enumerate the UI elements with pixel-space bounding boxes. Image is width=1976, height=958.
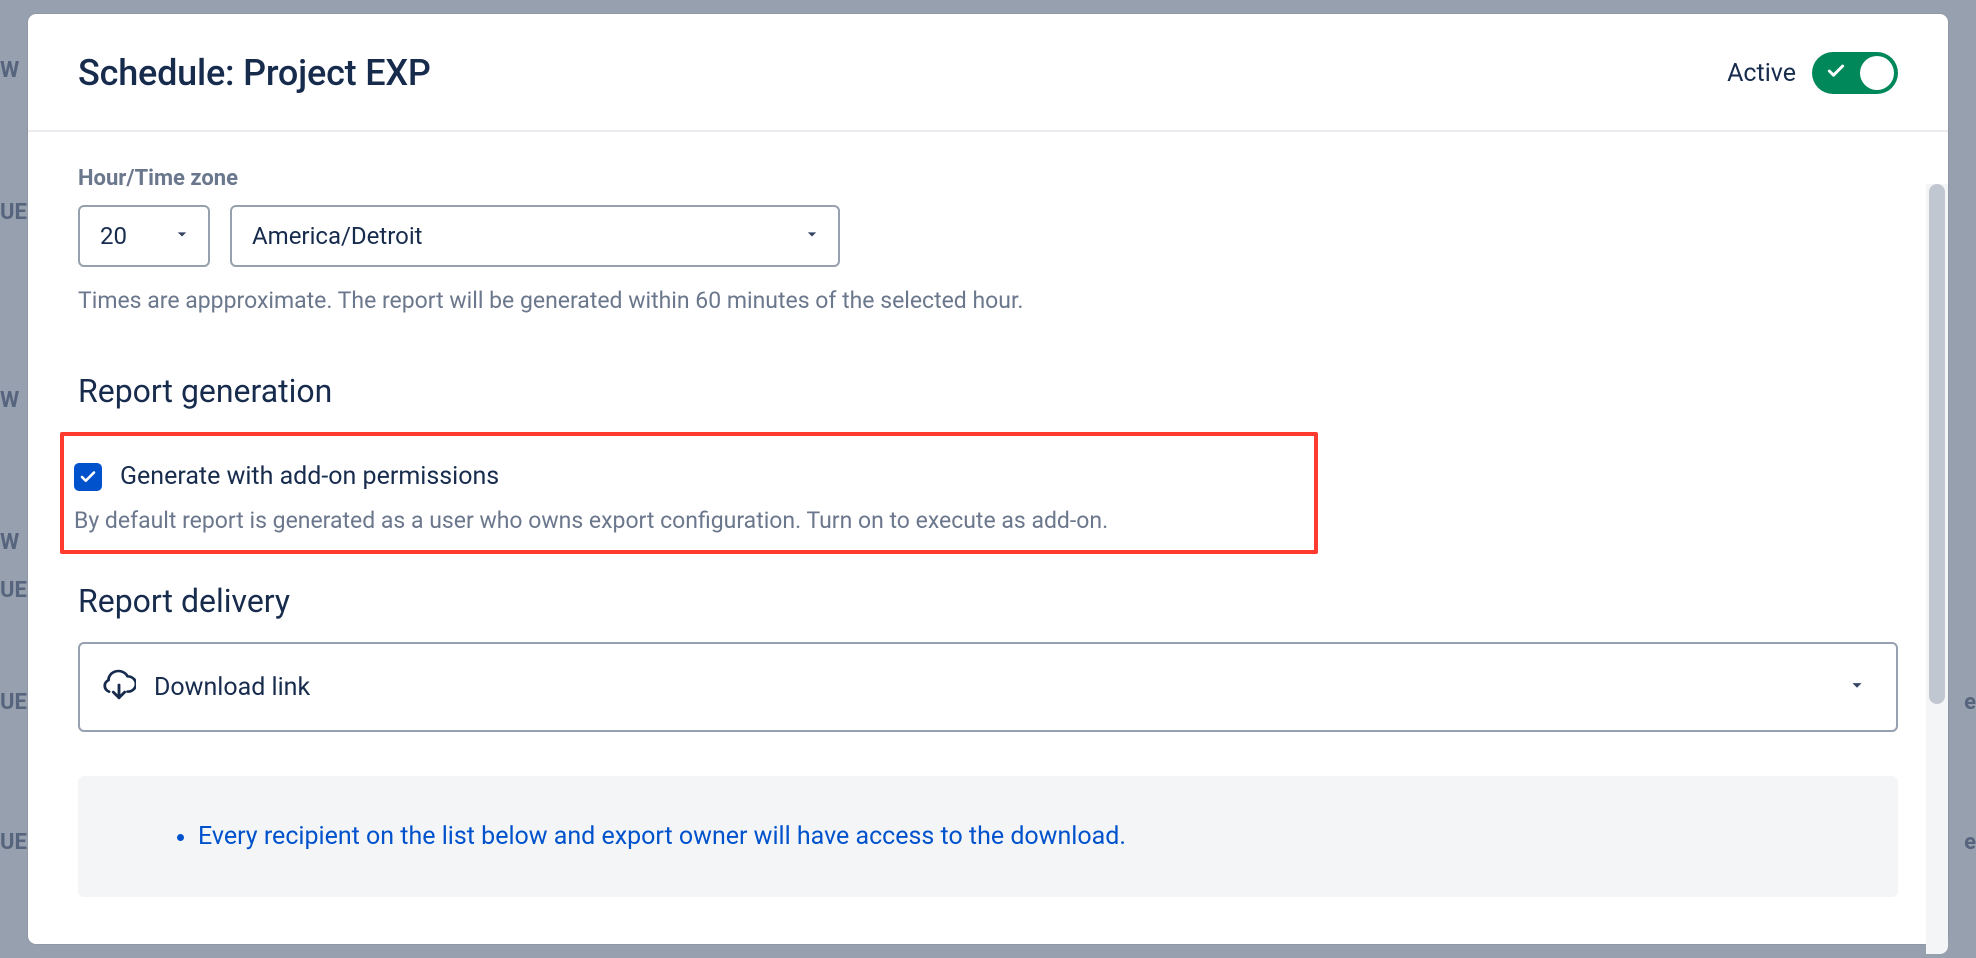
delivery-info-panel: Every recipient on the list below and ex… [78, 776, 1898, 897]
timezone-value: America/Detroit [252, 222, 423, 250]
addon-permissions-label: Generate with add-on permissions [120, 462, 499, 491]
hour-value: 20 [100, 222, 127, 250]
schedule-dialog: Schedule: Project EXP Active Hour/Time z… [28, 14, 1948, 944]
bg-fragment: e [1964, 690, 1976, 715]
delivery-method-value: Download link [154, 673, 310, 702]
bg-fragment: UE [0, 690, 27, 715]
hour-timezone-label: Hour/Time zone [78, 166, 1898, 191]
report-generation-heading: Report generation [78, 372, 1898, 410]
delivery-info-item: Every recipient on the list below and ex… [198, 822, 1868, 851]
timezone-select[interactable]: America/Detroit [230, 205, 840, 267]
bg-fragment: UE [0, 830, 27, 855]
modal-backdrop: W UE W W UE UE UE e e Schedule: Project … [0, 0, 1976, 958]
chevron-down-icon [172, 224, 192, 248]
scrollbar[interactable] [1926, 184, 1948, 954]
bg-fragment: UE [0, 200, 27, 225]
delivery-method-select[interactable]: Download link [78, 642, 1898, 732]
bg-fragment: UE [0, 578, 27, 603]
check-icon [1826, 61, 1846, 85]
dialog-body: Hour/Time zone 20 America/Detroit Times … [28, 132, 1948, 944]
timezone-helper: Times are appproximate. The report will … [78, 287, 1898, 314]
bg-fragment: W [0, 530, 19, 555]
active-toggle[interactable] [1812, 52, 1898, 94]
chevron-down-icon [802, 224, 822, 248]
report-delivery-heading: Report delivery [78, 582, 1898, 620]
active-toggle-group: Active [1727, 52, 1898, 94]
hour-select[interactable]: 20 [78, 205, 210, 267]
bg-fragment: e [1964, 830, 1976, 855]
addon-permissions-checkbox[interactable] [74, 463, 102, 491]
dialog-header: Schedule: Project EXP Active [28, 14, 1948, 132]
bg-fragment: W [0, 388, 19, 413]
bg-fragment: W [0, 58, 19, 83]
dialog-title: Schedule: Project EXP [78, 52, 431, 94]
chevron-down-icon [1846, 674, 1868, 700]
toggle-knob [1860, 56, 1894, 90]
highlight-annotation: Generate with add-on permissions By defa… [60, 432, 1318, 554]
check-icon [79, 468, 97, 486]
download-icon [102, 668, 136, 706]
addon-permissions-helper: By default report is generated as a user… [74, 507, 1304, 534]
scrollbar-thumb[interactable] [1929, 184, 1945, 704]
active-label: Active [1727, 59, 1796, 88]
